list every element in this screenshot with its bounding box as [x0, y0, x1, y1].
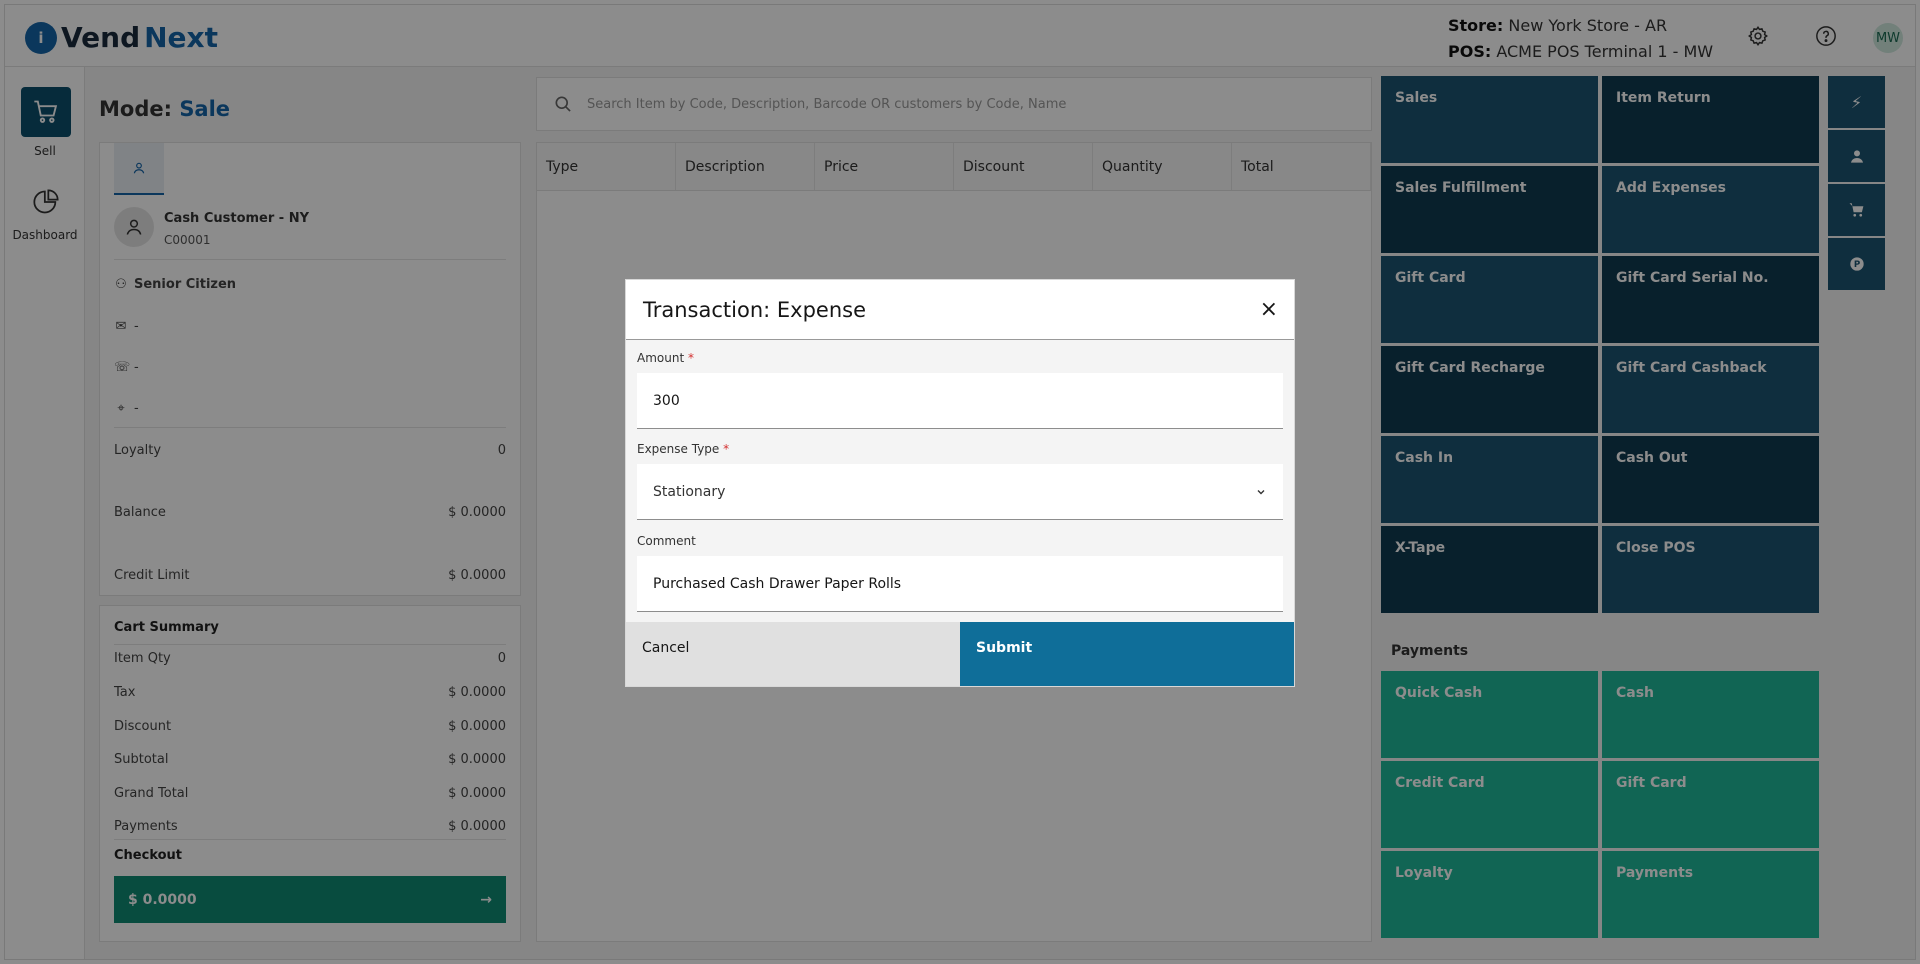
- expense-type-value: Stationary: [653, 483, 726, 500]
- required-mark: *: [687, 351, 694, 365]
- comment-input[interactable]: Purchased Cash Drawer Paper Rolls: [637, 556, 1283, 612]
- amount-input[interactable]: 300: [637, 373, 1283, 429]
- expense-type-select[interactable]: Stationary: [637, 464, 1283, 520]
- amount-label: Amount *: [637, 351, 694, 365]
- chevron-down-icon: [1257, 489, 1265, 494]
- modal-footer: Cancel Submit: [626, 622, 1294, 686]
- modal-header: Transaction: Expense ×: [626, 280, 1294, 340]
- cancel-button[interactable]: Cancel: [626, 622, 960, 686]
- expense-modal: Transaction: Expense × Amount * 300 Expe…: [625, 279, 1295, 687]
- modal-title: Transaction: Expense: [643, 297, 867, 322]
- amount-label-text: Amount: [637, 351, 685, 365]
- close-icon[interactable]: ×: [1260, 297, 1278, 322]
- expense-type-label: Expense Type *: [637, 442, 729, 456]
- comment-label: Comment: [637, 534, 696, 548]
- required-mark: *: [723, 442, 730, 456]
- submit-button[interactable]: Submit: [960, 622, 1294, 686]
- expense-type-label-text: Expense Type: [637, 442, 720, 456]
